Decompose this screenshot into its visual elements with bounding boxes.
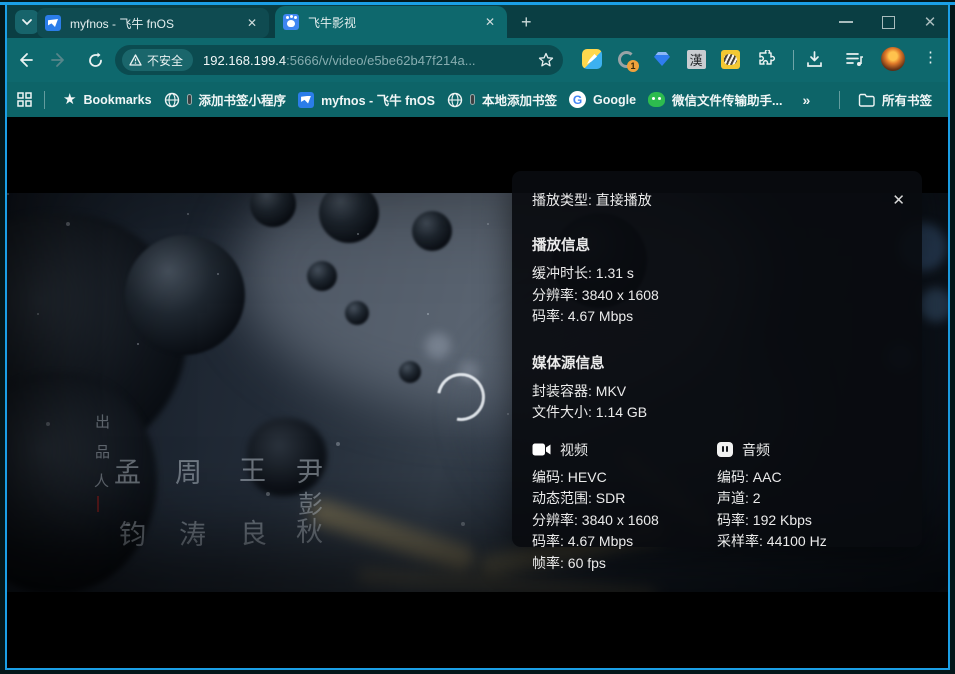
bookmark-local-add[interactable]: 本地添加书签 [441,87,563,112]
video-stream-row: 动态范围: SDR [532,488,717,510]
tab-strip: myfnos - 飞牛 fnOS ✕ 飞牛影视 ✕ + ✕ [7,5,948,38]
browser-menu-button[interactable]: ⋮ [923,48,938,66]
panel-close-icon[interactable]: ✕ [892,193,905,208]
forward-button[interactable] [49,50,69,70]
window-close-button[interactable]: ✕ [922,14,938,30]
tab-search-button[interactable] [15,10,39,34]
extension-zebra-icon[interactable] [719,48,741,70]
downloads-button[interactable] [803,48,825,70]
tab-title: myfnos - 飞牛 fnOS [70,15,243,32]
tab-feiniu-video[interactable]: 飞牛影视 ✕ [275,6,507,38]
bookmark-bookmarks-folder[interactable]: ★ Bookmarks [57,89,158,110]
video-stream-row: 分辨率: 3840 x 1608 [532,510,717,532]
new-tab-button[interactable]: + [517,13,536,31]
minimize-button[interactable] [838,14,854,30]
video-stream-row: 码率: 4.67 Mbps [532,531,717,553]
bookmarks-overflow-chevron[interactable]: » [802,92,810,108]
video-stream-row: 帧率: 60 fps [532,553,717,575]
bookmark-wechat-transfer[interactable]: 微信文件传输助手... [642,87,788,112]
bookmark-myfnos[interactable]: myfnos - 飞牛 fnOS [292,87,441,112]
extensions-puzzle-icon[interactable] [755,48,777,70]
security-label: 不安全 [147,52,183,69]
window-controls: ✕ [838,11,938,33]
window-accent-bottom [5,668,950,670]
bookmarks-separator [44,91,45,109]
extension-onetab-icon[interactable]: 1 [615,48,637,70]
video-stream-row: 编码: HEVC [532,467,717,489]
video-camera-icon [532,443,551,456]
pin-icon [470,94,475,105]
audio-stream-row: 编码: AAC [717,467,902,489]
profile-avatar[interactable] [881,47,905,71]
tab-close-icon[interactable]: ✕ [243,15,261,31]
extension-gem-icon[interactable] [651,48,673,70]
playback-info-row: 缓冲时长: 1.31 s [532,263,902,285]
browser-toolbar: 不安全 192.168.199.4:5666/v/video/e5be62b47… [7,38,948,82]
bookmark-add-applet[interactable]: 添加书签小程序 [158,87,293,112]
playback-info-row: 分辨率: 3840 x 1608 [532,285,902,307]
fnos-favicon [298,92,314,108]
google-icon: G [569,91,586,108]
tab-title: 飞牛影视 [308,14,481,31]
security-chip[interactable]: 不安全 [122,49,193,71]
extension-translate-icon[interactable]: 漢 [685,48,707,70]
url-text: 192.168.199.4:5666/v/video/e5be62b47f214… [203,53,538,68]
audio-stream-row: 码率: 192 Kbps [717,510,902,532]
playback-info-title: 播放信息 [532,234,902,255]
reload-button[interactable] [85,50,105,70]
star-icon: ★ [63,92,76,107]
audio-stream-row: 采样率: 44100 Hz [717,531,902,553]
audio-stream-column: 音频 编码: AAC 声道: 2 码率: 192 Kbps 采样率: 44100… [717,440,902,575]
playback-type-line: 播放类型: 直接播放 [532,190,902,210]
wechat-icon [648,92,665,107]
bookmarks-separator [839,91,840,109]
bookmark-star-icon[interactable] [538,52,554,68]
playback-info-panel: ✕ 播放类型: 直接播放 播放信息 缓冲时长: 1.31 s 分辨率: 3840… [512,171,922,547]
audio-stream-row: 声道: 2 [717,488,902,510]
window-accent-right [948,5,950,668]
playback-info-row: 码率: 4.67 Mbps [532,306,902,328]
tab-myfnos[interactable]: myfnos - 飞牛 fnOS ✕ [37,8,269,38]
maximize-button[interactable] [880,14,896,30]
tab-close-icon[interactable]: ✕ [481,14,499,30]
apps-grid-icon[interactable] [17,92,32,107]
back-button[interactable] [15,50,35,70]
video-stream-title: 视频 [560,440,588,460]
media-playlist-button[interactable] [843,48,865,70]
video-stream-column: 视频 编码: HEVC 动态范围: SDR 分辨率: 3840 x 1608 码… [532,440,717,575]
toolbar-separator [793,50,794,70]
extension-notes-icon[interactable] [581,48,603,70]
bookmark-google[interactable]: G Google [563,88,642,111]
globe-icon [447,92,463,108]
url-path: :5666/v/video/e5be62b47f214a... [286,53,475,68]
extension-badge: 1 [627,60,639,72]
fnos-favicon [45,15,61,31]
pin-icon [187,94,192,105]
audio-stream-title: 音频 [742,440,770,460]
url-host: 192.168.199.4 [203,53,286,68]
media-source-row: 文件大小: 1.14 GB [532,402,902,424]
media-source-row: 封装容器: MKV [532,381,902,403]
folder-icon [858,93,875,107]
warning-icon [129,54,142,66]
bookmarks-bar: ★ Bookmarks 添加书签小程序 myfnos - 飞牛 fnOS 本地添… [7,82,948,117]
bookmark-all-bookmarks[interactable]: 所有书签 [852,87,938,112]
feiniu-video-favicon [283,14,299,30]
audio-icon [717,442,733,457]
globe-icon [164,92,180,108]
address-bar[interactable]: 不安全 192.168.199.4:5666/v/video/e5be62b47… [115,45,563,75]
media-source-title: 媒体源信息 [532,352,902,373]
